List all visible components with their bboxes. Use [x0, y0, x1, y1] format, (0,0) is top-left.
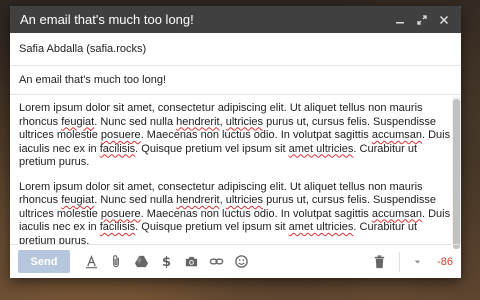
misspelled-word: posuere — [100, 207, 141, 220]
compose-titlebar: An email that's much too long! — [10, 6, 461, 33]
misspelled-word: hendrerit — [176, 115, 220, 128]
misspelled-word: ultricies — [225, 194, 264, 206]
body-text: . Quisque pretium vel ipsum sit — [135, 142, 289, 155]
body-text: . Maecenas non luctus odio. In volutpat … — [140, 207, 372, 220]
body-paragraph: Lorem ipsum dolor sit amet, consectetur … — [19, 102, 452, 170]
misspelled-word: facilisis — [99, 142, 136, 155]
misspelled-word: ultricies — [225, 115, 264, 128]
scroll-thumb[interactable] — [453, 99, 460, 249]
send-button[interactable]: Send — [18, 250, 70, 273]
format-text-icon[interactable] — [80, 251, 102, 273]
misspelled-word: feugiat — [61, 115, 95, 128]
body-text: . Quisque pretium vel ipsum sit — [135, 221, 289, 233]
trash-icon[interactable] — [368, 251, 390, 273]
body-text: . Nunc sed nulla — [94, 115, 177, 128]
expand-icon[interactable] — [413, 11, 431, 29]
drive-icon[interactable] — [130, 251, 152, 273]
subject-field[interactable]: An email that's much too long! — [10, 66, 461, 95]
message-body[interactable]: Lorem ipsum dolor sit amet, consectetur … — [10, 97, 461, 244]
close-icon[interactable] — [435, 11, 453, 29]
compose-title: An email that's much too long! — [20, 12, 194, 27]
svg-text:$: $ — [161, 255, 170, 269]
recipient-chip[interactable]: Safia Abdalla (safia.rocks) — [19, 43, 146, 55]
camera-icon[interactable] — [180, 251, 202, 273]
toolbar-divider — [399, 251, 401, 272]
misspelled-word: amet ultricies — [288, 142, 354, 155]
misspelled-word: facilisis — [99, 221, 136, 233]
emoji-icon[interactable] — [230, 251, 252, 273]
compose-window: An email that's much too long! Safia Abd… — [10, 6, 461, 278]
attach-icon[interactable] — [105, 251, 127, 273]
misspelled-word: amet ultricies — [288, 221, 354, 233]
money-icon[interactable]: $ — [155, 251, 177, 273]
minimize-icon[interactable] — [391, 11, 409, 29]
subject-text: An email that's much too long! — [19, 74, 167, 86]
misspelled-word: posuere — [100, 129, 141, 141]
compose-toolbar: Send $ -86 — [10, 244, 461, 278]
character-counter: -86 — [437, 255, 453, 268]
body-paragraph: Lorem ipsum dolor sit amet, consectetur … — [19, 181, 452, 245]
misspelled-word: hendrerit — [176, 194, 220, 206]
misspelled-word: feugiat — [61, 194, 95, 206]
misspelled-word: accumsan — [371, 129, 422, 141]
body-text: . Maecenas non luctus odio. In volutpat … — [140, 129, 372, 141]
more-options-icon[interactable] — [406, 251, 428, 273]
body-text: . Nunc sed nulla — [94, 194, 177, 206]
body-scrollbar[interactable] — [452, 97, 461, 249]
recipients-field[interactable]: Safia Abdalla (safia.rocks) — [10, 33, 461, 66]
misspelled-word: accumsan — [371, 207, 422, 220]
link-icon[interactable] — [205, 251, 227, 273]
